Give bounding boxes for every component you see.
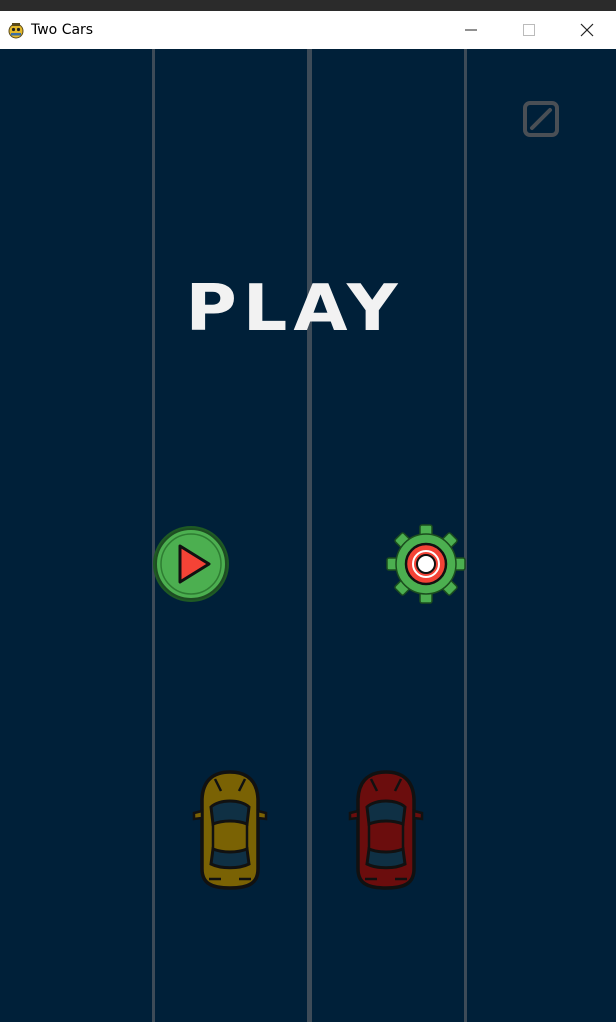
window-title: Two Cars <box>31 22 94 38</box>
close-icon <box>580 23 594 37</box>
window-controls <box>442 11 616 49</box>
play-icon <box>153 526 229 602</box>
os-top-strip <box>0 0 616 11</box>
lane-divider-center <box>307 49 312 1022</box>
minimize-button[interactable] <box>442 11 500 49</box>
play-screen-title: PLAY <box>185 270 404 346</box>
red-car <box>347 769 425 891</box>
close-button[interactable] <box>558 11 616 49</box>
minimize-icon <box>465 29 477 31</box>
window-titlebar: Two Cars <box>0 11 616 49</box>
play-button[interactable] <box>151 524 231 604</box>
maximize-button[interactable] <box>500 11 558 49</box>
pause-toggle-icon[interactable] <box>522 100 560 138</box>
gear-icon <box>386 524 466 604</box>
maximize-icon <box>523 24 535 36</box>
pygame-app-icon <box>7 21 25 39</box>
game-canvas: PLAY <box>0 49 616 1022</box>
settings-button[interactable] <box>386 524 466 604</box>
yellow-car <box>191 769 269 891</box>
